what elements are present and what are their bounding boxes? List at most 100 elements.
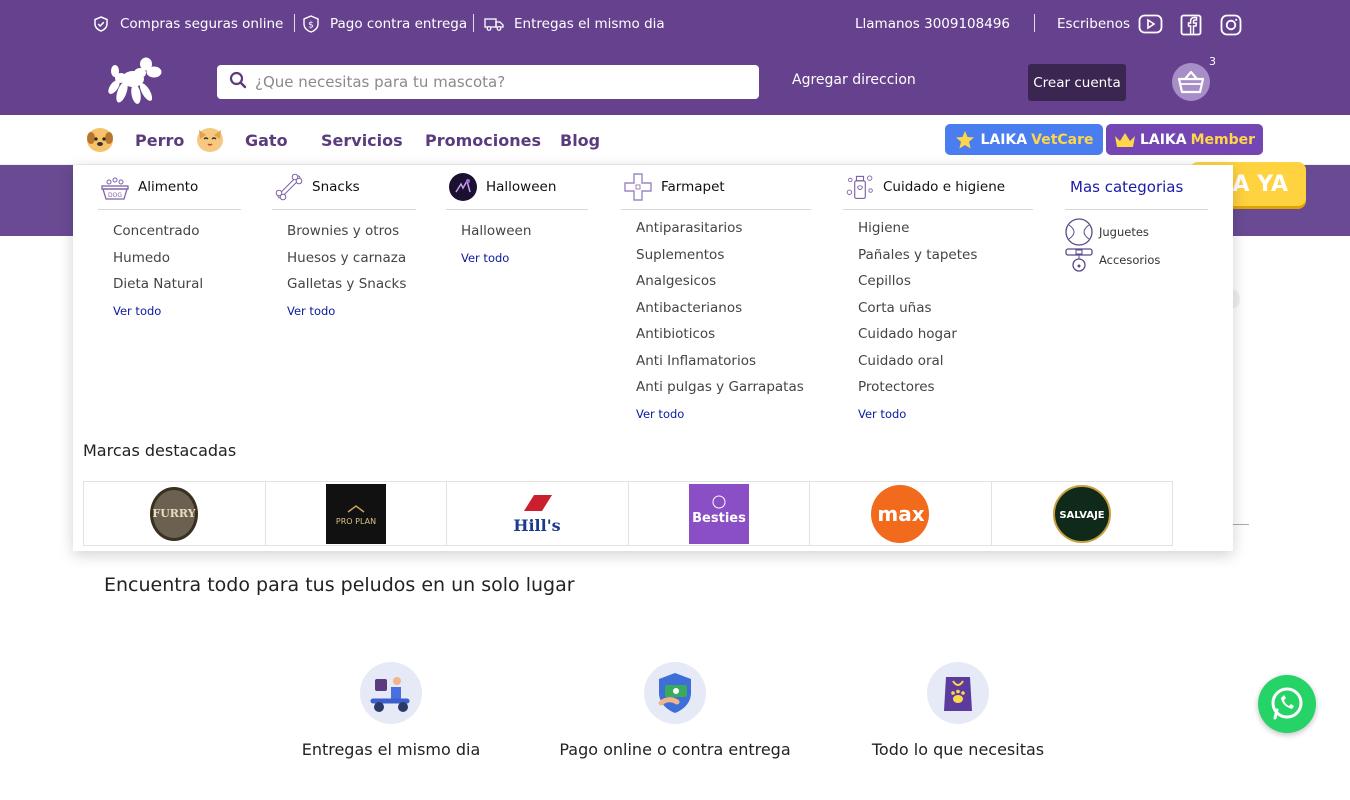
secure-text: Compras seguras online <box>120 16 284 32</box>
halloween-icon <box>448 172 478 202</box>
besties-logo: Besties <box>688 483 749 544</box>
subcategory-link[interactable]: Galletas y Snacks <box>287 271 416 298</box>
laika-member-badge[interactable]: LAIKA Member <box>1106 124 1263 155</box>
category-title[interactable]: Alimento <box>138 179 198 195</box>
hygiene-bottle-icon <box>845 172 875 202</box>
category-farmapet: Farmapet Antiparasitarios Suplementos An… <box>621 171 811 427</box>
category-header[interactable]: Halloween <box>446 171 588 203</box>
truck-icon <box>484 15 504 33</box>
subcategory-link[interactable]: Cuidado oral <box>858 348 1033 375</box>
nav-blog[interactable]: Blog <box>560 131 600 150</box>
category-snacks: Snacks Brownies y otros Huesos y carnaza… <box>272 171 416 324</box>
brand-furry[interactable]: FURRY <box>83 481 266 546</box>
payment-shield-icon <box>644 662 706 724</box>
brands-row: FURRY PRO PLAN Hill's Besties max SALVAJ… <box>83 481 1173 546</box>
hills-text: Hill's <box>514 516 561 535</box>
category-header[interactable]: Snacks <box>272 171 416 203</box>
brand-max[interactable]: max <box>809 481 992 546</box>
main-nav: Perro Gato Servicios Promociones Blog LA… <box>0 115 1350 165</box>
category-title[interactable]: Farmapet <box>661 179 725 195</box>
shield-check-icon <box>92 15 110 33</box>
brand-besties[interactable]: Besties <box>627 481 810 546</box>
proplan-logo: PRO PLAN <box>325 483 386 544</box>
subcategory-link[interactable]: Anti Inflamatorios <box>636 348 811 375</box>
more-item-juguetes[interactable]: Juguetes <box>1065 218 1208 246</box>
subcategory-link[interactable]: Suplementos <box>636 242 811 269</box>
youtube-icon[interactable] <box>1138 13 1163 39</box>
divider <box>473 14 474 32</box>
category-title[interactable]: Snacks <box>312 179 360 195</box>
subcategory-link[interactable]: Concentrado <box>113 218 241 245</box>
feature-label: Todo lo que necesitas <box>871 740 1045 759</box>
subcategory-link[interactable]: Halloween <box>461 218 588 245</box>
category-halloween: Halloween Halloween Ver todo <box>446 171 588 271</box>
add-address-link[interactable]: Agregar direccion <box>792 72 916 88</box>
sameday-text: Entregas el mismo dia <box>514 16 665 32</box>
more-item-label[interactable]: Juguetes <box>1099 225 1149 239</box>
cart-button[interactable] <box>1172 63 1210 101</box>
proplan-text: PRO PLAN <box>336 517 376 526</box>
feature-label: Entregas el mismo dia <box>301 740 481 759</box>
same-day-delivery: Entregas el mismo dia <box>484 12 665 36</box>
category-header[interactable]: DOG Alimento <box>98 171 241 203</box>
more-categories-title[interactable]: Mas categorias <box>1065 171 1208 203</box>
subcategory-link[interactable]: Huesos y carnaza <box>287 245 416 272</box>
subcategory-link[interactable]: Protectores <box>858 374 1033 401</box>
write-us-link[interactable]: Escribenos <box>1057 12 1130 36</box>
laika-logo[interactable] <box>106 56 162 106</box>
whatsapp-icon <box>1271 687 1303 720</box>
divider <box>446 209 588 210</box>
search-input[interactable] <box>255 73 735 91</box>
brand-proplan[interactable]: PRO PLAN <box>264 481 447 546</box>
nav-promociones[interactable]: Promociones <box>425 131 541 150</box>
see-all-link[interactable]: Ver todo <box>858 401 1033 428</box>
subcategory-list: Higiene Pañales y tapetes Cepillos Corta… <box>843 215 1033 427</box>
dog-face-icon <box>87 128 113 152</box>
more-item-label[interactable]: Accesorios <box>1099 253 1160 267</box>
subcategory-link[interactable]: Dieta Natural <box>113 271 241 298</box>
subcategory-link[interactable]: Humedo <box>113 245 241 272</box>
facebook-icon[interactable] <box>1180 14 1202 40</box>
member-a: LAIKA <box>1139 131 1187 148</box>
subcategory-link[interactable]: Antibioticos <box>636 321 811 348</box>
category-header[interactable]: Cuidado e higiene <box>843 171 1033 203</box>
category-title[interactable]: Cuidado e higiene <box>883 179 1005 195</box>
subcategory-link[interactable]: Cuidado hogar <box>858 321 1033 348</box>
phone-link[interactable]: Llamanos 3009108496 <box>855 12 1010 36</box>
instagram-icon[interactable] <box>1220 14 1242 40</box>
subcategory-link[interactable]: Higiene <box>858 215 1033 242</box>
subcategory-link[interactable]: Cepillos <box>858 268 1033 295</box>
subcategory-link[interactable]: Corta uñas <box>858 295 1033 322</box>
write-us-text[interactable]: Escribenos <box>1057 16 1130 32</box>
nav-gato[interactable]: Gato <box>245 131 288 150</box>
see-all-link[interactable]: Ver todo <box>113 298 241 325</box>
feature-payment: Pago online o contra entrega <box>545 662 805 759</box>
search-bar[interactable] <box>217 65 759 99</box>
medical-cross-icon <box>623 172 653 202</box>
divider <box>1034 14 1035 32</box>
search-icon[interactable] <box>229 71 247 93</box>
brand-hills[interactable]: Hill's <box>446 481 629 546</box>
nav-perro[interactable]: Perro <box>135 131 184 150</box>
subcategory-link[interactable]: Pañales y tapetes <box>858 242 1033 269</box>
subcategory-link[interactable]: Antibacterianos <box>636 295 811 322</box>
whatsapp-button[interactable] <box>1258 675 1316 733</box>
subcategory-link[interactable]: Anti pulgas y Garrapatas <box>636 374 811 401</box>
brand-salvaje[interactable]: SALVAJE <box>990 481 1173 546</box>
create-account-button[interactable]: Crear cuenta <box>1028 64 1126 101</box>
subcategory-link[interactable]: Brownies y otros <box>287 218 416 245</box>
laika-vetcare-badge[interactable]: LAIKA VetCare <box>945 124 1103 155</box>
subcategory-link[interactable]: Analgesicos <box>636 268 811 295</box>
see-all-link[interactable]: Ver todo <box>636 401 811 428</box>
nav-servicios[interactable]: Servicios <box>321 131 403 150</box>
divider <box>1065 209 1208 210</box>
see-all-link[interactable]: Ver todo <box>287 298 416 325</box>
more-item-accesorios[interactable]: Accesorios <box>1065 246 1208 274</box>
category-header[interactable]: Farmapet <box>621 171 811 203</box>
category-title[interactable]: Halloween <box>486 179 556 195</box>
category-cuidado-higiene: Cuidado e higiene Higiene Pañales y tape… <box>843 171 1033 427</box>
see-all-link[interactable]: Ver todo <box>461 245 588 272</box>
featured-brands-title: Marcas destacadas <box>83 441 237 460</box>
subcategory-link[interactable]: Antiparasitarios <box>636 215 811 242</box>
phone-text[interactable]: Llamanos 3009108496 <box>855 16 1010 32</box>
